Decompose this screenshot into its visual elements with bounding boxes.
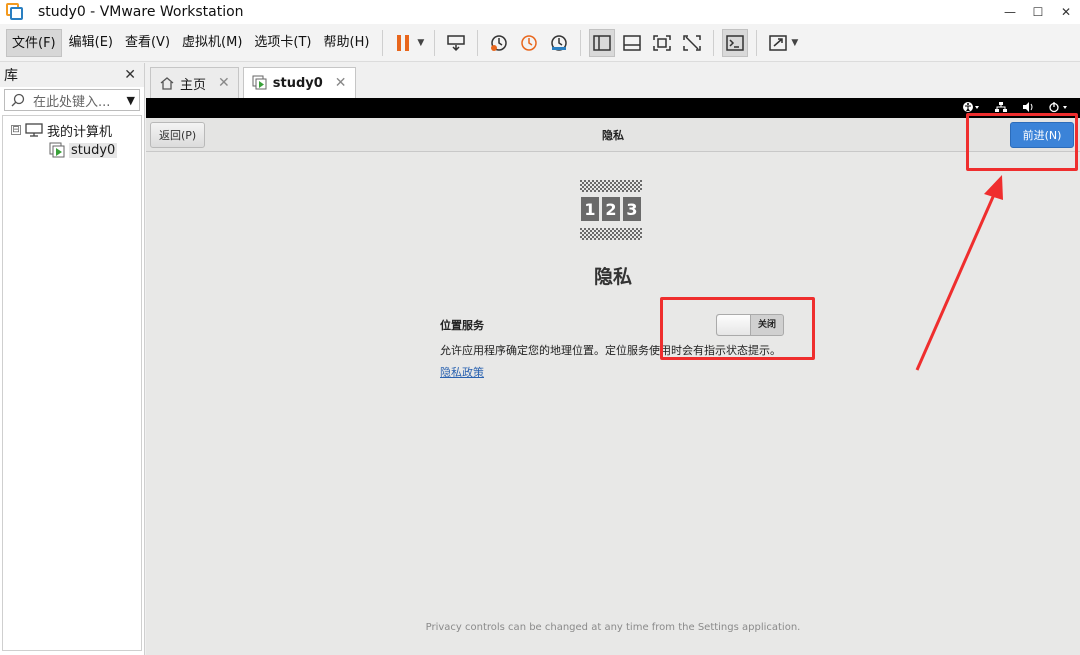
revert-snapshot-icon[interactable] <box>516 29 542 57</box>
menu-edit[interactable]: 编辑(E) <box>64 29 118 57</box>
vmware-logo-icon <box>6 3 24 21</box>
tree-item-study0[interactable]: study0 <box>3 140 141 160</box>
icon-digit: 1 <box>584 200 595 219</box>
page-title: 隐私 <box>593 266 632 288</box>
tab-study0-label: study0 <box>272 75 323 91</box>
tab-home-label: 主页 <box>180 77 207 93</box>
close-button[interactable]: ✕ <box>1052 5 1080 19</box>
power-icon[interactable] <box>1048 101 1070 116</box>
snapshot-icon[interactable] <box>486 29 512 57</box>
toolbar-separator <box>434 29 436 56</box>
tab-home-close-icon[interactable]: ✕ <box>218 75 230 91</box>
full-screen-dropdown-icon[interactable]: ▼ <box>791 38 798 48</box>
window-title: study0 - VMware Workstation <box>38 4 244 20</box>
console-view-icon[interactable] <box>722 28 749 57</box>
send-keys-icon[interactable] <box>443 29 469 57</box>
tab-bar: 主页 ✕ study0 ✕ <box>146 63 1080 98</box>
guest-top-bar <box>146 98 1080 118</box>
tab-home[interactable]: 主页 ✕ <box>150 67 239 98</box>
toolbar-separator <box>713 29 715 56</box>
location-service-description: 允许应用程序确定您的地理位置。定位服务使用时会有指示状态提示。 <box>440 344 781 357</box>
location-service-toggle[interactable]: 关闭 <box>716 314 784 336</box>
toolbar-separator <box>382 29 384 56</box>
title-bar: study0 - VMware Workstation — ☐ ✕ <box>0 0 1080 24</box>
icon-digit: 3 <box>626 200 637 219</box>
location-service-label: 位置服务 <box>440 319 484 332</box>
menu-tabs[interactable]: 选项卡(T) <box>249 29 316 57</box>
privacy-page: 1 2 3 隐私 位置服务 关闭 允许应用程序确定您的地理位置。定位服务使用时会… <box>146 152 1080 655</box>
header-title: 隐私 <box>602 128 624 142</box>
library-tree: ⊟ 我的计算机 study0 <box>2 115 142 651</box>
home-icon <box>160 77 174 90</box>
pause-icon[interactable] <box>391 29 417 57</box>
network-icon[interactable] <box>994 101 1008 116</box>
menu-view[interactable]: 查看(V) <box>120 29 175 57</box>
search-placeholder: 在此处键入... <box>33 94 111 110</box>
menu-vm[interactable]: 虚拟机(M) <box>177 29 247 57</box>
minimize-button[interactable]: — <box>996 5 1024 19</box>
icon-digit: 2 <box>605 200 616 219</box>
menu-toolbar: 文件(F) 编辑(E) 查看(V) 虚拟机(M) 选项卡(T) 帮助(H) ▼ … <box>0 24 1080 62</box>
fit-guest-icon[interactable] <box>649 29 675 57</box>
tree-root-label: 我的计算机 <box>47 124 113 140</box>
collapse-icon[interactable]: ⊟ <box>11 125 21 135</box>
back-button[interactable]: 返回(P) <box>150 121 206 148</box>
unity-off-icon[interactable] <box>679 29 705 57</box>
library-title: 库 <box>4 68 18 84</box>
toolbar-separator <box>580 29 582 56</box>
tree-root[interactable]: ⊟ 我的计算机 <box>3 120 141 140</box>
library-header: 库 ✕ <box>0 63 144 87</box>
accessibility-icon[interactable] <box>962 101 980 116</box>
computer-icon <box>25 123 43 137</box>
library-panel: 库 ✕ 在此处键入... ▼ ⊟ 我的计算机 study0 <box>0 63 145 655</box>
vm-display[interactable]: 返回(P) 隐私 前进(N) 1 2 3 隐私 位置服务 关闭 允许应用程序确定… <box>146 98 1080 655</box>
full-screen-icon[interactable] <box>765 29 791 57</box>
pause-dropdown-icon[interactable]: ▼ <box>417 38 424 48</box>
privacy-policy-link[interactable]: 隐私政策 <box>440 364 484 380</box>
tree-item-label: study0 <box>69 142 118 158</box>
toolbar-separator <box>756 29 758 56</box>
search-icon <box>11 93 25 107</box>
library-close-button[interactable]: ✕ <box>124 67 136 83</box>
setup-header: 返回(P) 隐私 前进(N) <box>146 118 1080 152</box>
tab-study0-close-icon[interactable]: ✕ <box>335 75 347 91</box>
search-dropdown-icon[interactable]: ▼ <box>127 94 135 107</box>
menu-file[interactable]: 文件(F) <box>6 28 62 57</box>
tab-study0[interactable]: study0 ✕ <box>242 67 356 98</box>
toolbar-separator <box>477 29 479 56</box>
vm-running-icon <box>49 142 65 158</box>
toggle-state-label: 关闭 <box>757 320 776 330</box>
toggle-knob[interactable] <box>717 315 751 335</box>
maximize-button[interactable]: ☐ <box>1024 5 1052 19</box>
library-search-input[interactable]: 在此处键入... ▼ <box>4 89 140 111</box>
menu-help[interactable]: 帮助(H) <box>319 29 375 57</box>
snapshot-manager-icon[interactable] <box>546 29 572 57</box>
show-library-icon[interactable] <box>589 28 616 57</box>
next-button[interactable]: 前进(N) <box>1010 121 1074 148</box>
privacy-icon: 1 2 3 <box>580 180 642 240</box>
vm-play-icon <box>252 75 267 90</box>
volume-icon[interactable] <box>1022 101 1034 116</box>
footer-note: Privacy controls can be changed at any t… <box>425 622 801 633</box>
thumbnail-bar-icon[interactable] <box>619 29 645 57</box>
